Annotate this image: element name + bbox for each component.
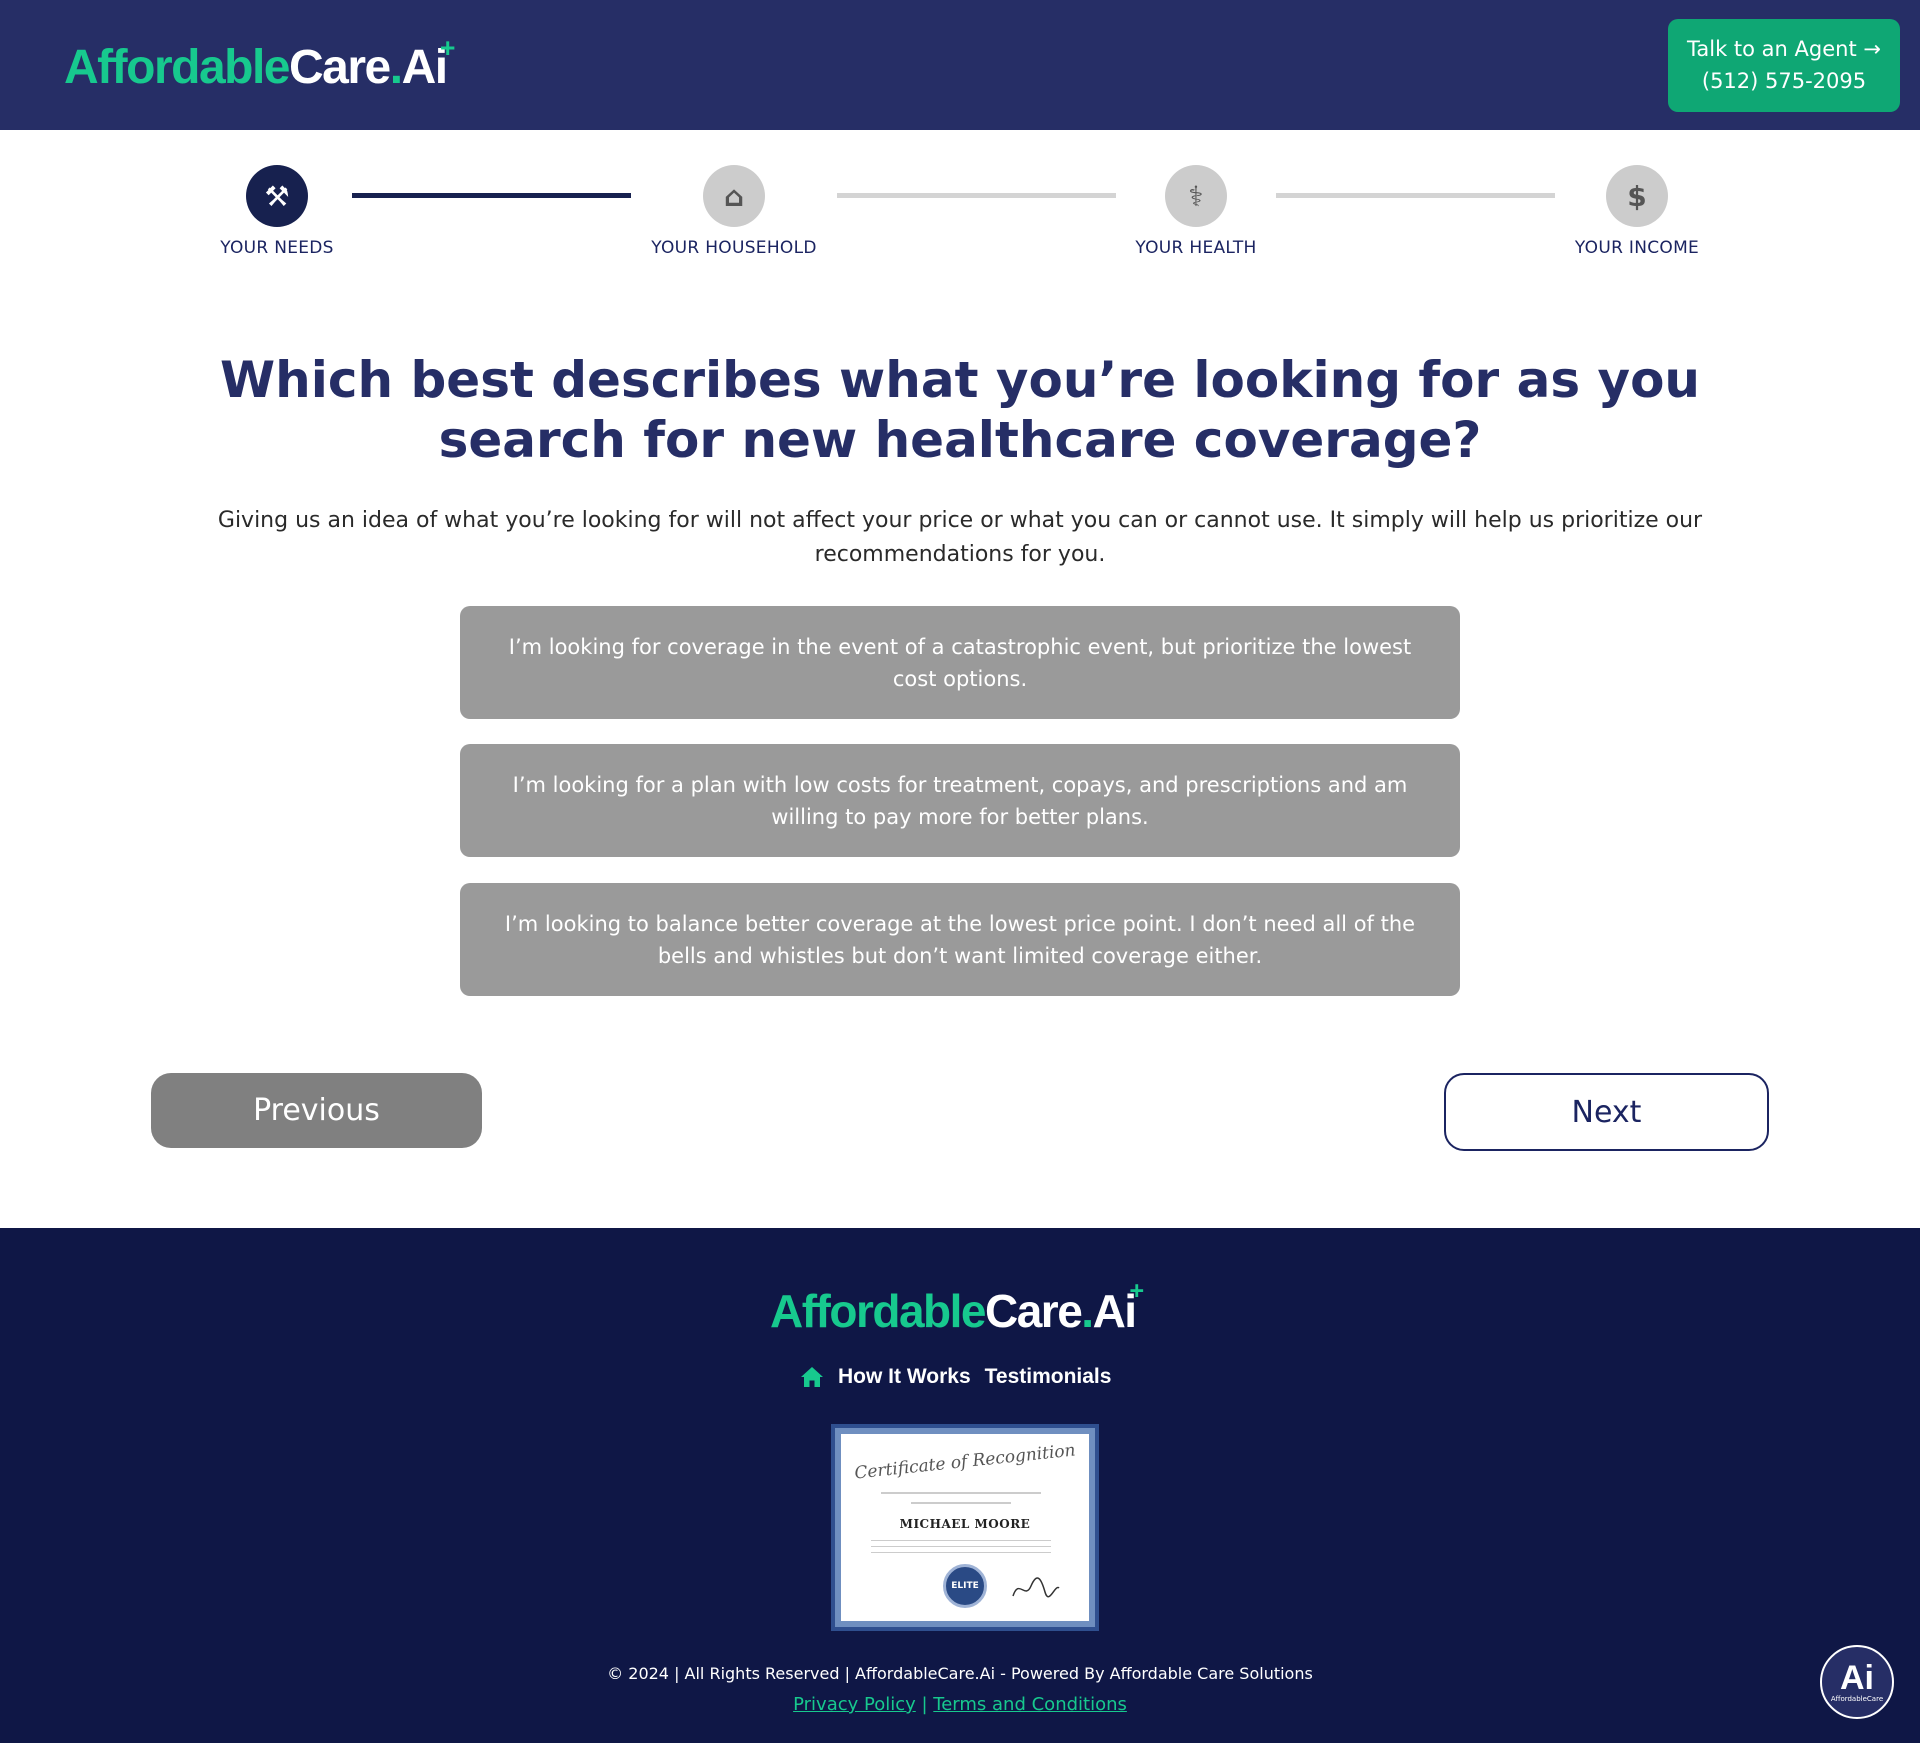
step-your-needs: ⚒ YOUR NEEDS <box>147 165 407 258</box>
previous-button[interactable]: Previous <box>151 1073 482 1148</box>
question-subtext: Giving us an idea of what you’re looking… <box>217 508 1703 567</box>
home-icon: ⌂ <box>703 165 765 227</box>
certificate-text-line <box>881 1492 1041 1494</box>
certificate-text-line <box>871 1552 1051 1553</box>
option-low-costs-premium-plans[interactable]: I’m looking for a plan with low costs fo… <box>460 744 1460 857</box>
testimonials-link[interactable]: Testimonials <box>985 1365 1112 1389</box>
step-your-household: ⌂ YOUR HOUSEHOLD <box>604 165 864 258</box>
dollar-icon: $ <box>1606 165 1668 227</box>
agent-phone-number: (512) 575-2095 <box>1701 69 1867 93</box>
step-label: YOUR INCOME <box>1574 238 1700 258</box>
certificate-title: Certificate of Recognition <box>853 1440 1077 1484</box>
option-balanced-coverage[interactable]: I’m looking to balance better coverage a… <box>460 883 1460 996</box>
step-label: YOUR NEEDS <box>220 238 334 258</box>
privacy-policy-link[interactable]: Privacy Policy <box>793 1694 916 1715</box>
legal-links: Privacy Policy | Terms and Conditions <box>0 1694 1920 1715</box>
terms-and-conditions-link[interactable]: Terms and Conditions <box>933 1694 1127 1715</box>
footer-nav: How It Works Testimonials <box>800 1362 1111 1392</box>
hammer-icon: ⚒ <box>246 165 308 227</box>
certificate-text-line <box>911 1502 1011 1504</box>
step-your-income: $ YOUR INCOME <box>1507 165 1767 258</box>
next-button[interactable]: Next <box>1444 1073 1769 1151</box>
home-icon[interactable] <box>800 1366 824 1388</box>
question-title: Which best describes what you’re looking… <box>219 351 1701 469</box>
stethoscope-icon: ⚕ <box>1165 165 1227 227</box>
site-header: AffordableCare.Ai + Talk to an Agent → (5… <box>0 0 1920 130</box>
option-catastrophic-low-cost[interactable]: I’m looking for coverage in the event of… <box>460 606 1460 719</box>
talk-to-agent-label: Talk to an Agent → <box>1687 37 1881 61</box>
ai-badge-text: Ai <box>1840 1659 1874 1697</box>
certificate-of-recognition-image: Certificate of Recognition MICHAEL MOORE… <box>831 1424 1099 1631</box>
step-connector-1 <box>352 193 631 198</box>
step-your-health: ⚕ YOUR HEALTH <box>1066 165 1326 258</box>
talk-to-agent-button[interactable]: Talk to an Agent → (512) 575-2095 <box>1668 19 1900 112</box>
how-it-works-link[interactable]: How It Works <box>838 1365 971 1389</box>
step-label: YOUR HEALTH <box>1135 238 1257 258</box>
copyright-text: © 2024 | All Rights Reserved | Affordabl… <box>607 1664 1313 1683</box>
legal-separator: | <box>915 1694 934 1715</box>
certificate-text-line <box>871 1540 1051 1541</box>
certificate-text-line <box>871 1546 1051 1547</box>
ai-chat-badge[interactable]: Ai AffordableCare <box>1820 1645 1894 1719</box>
header-logo[interactable]: AffordableCare.Ai + <box>64 33 455 95</box>
certificate-recipient-name: MICHAEL MOORE <box>899 1517 1031 1531</box>
footer-logo[interactable]: AffordableCare.Ai + <box>770 1277 1144 1338</box>
ai-badge-subtext: AffordableCare <box>1830 1695 1884 1703</box>
elite-seal-icon: ELITE <box>943 1564 987 1608</box>
step-label: YOUR HOUSEHOLD <box>651 238 817 258</box>
signature-icon <box>1012 1577 1060 1598</box>
